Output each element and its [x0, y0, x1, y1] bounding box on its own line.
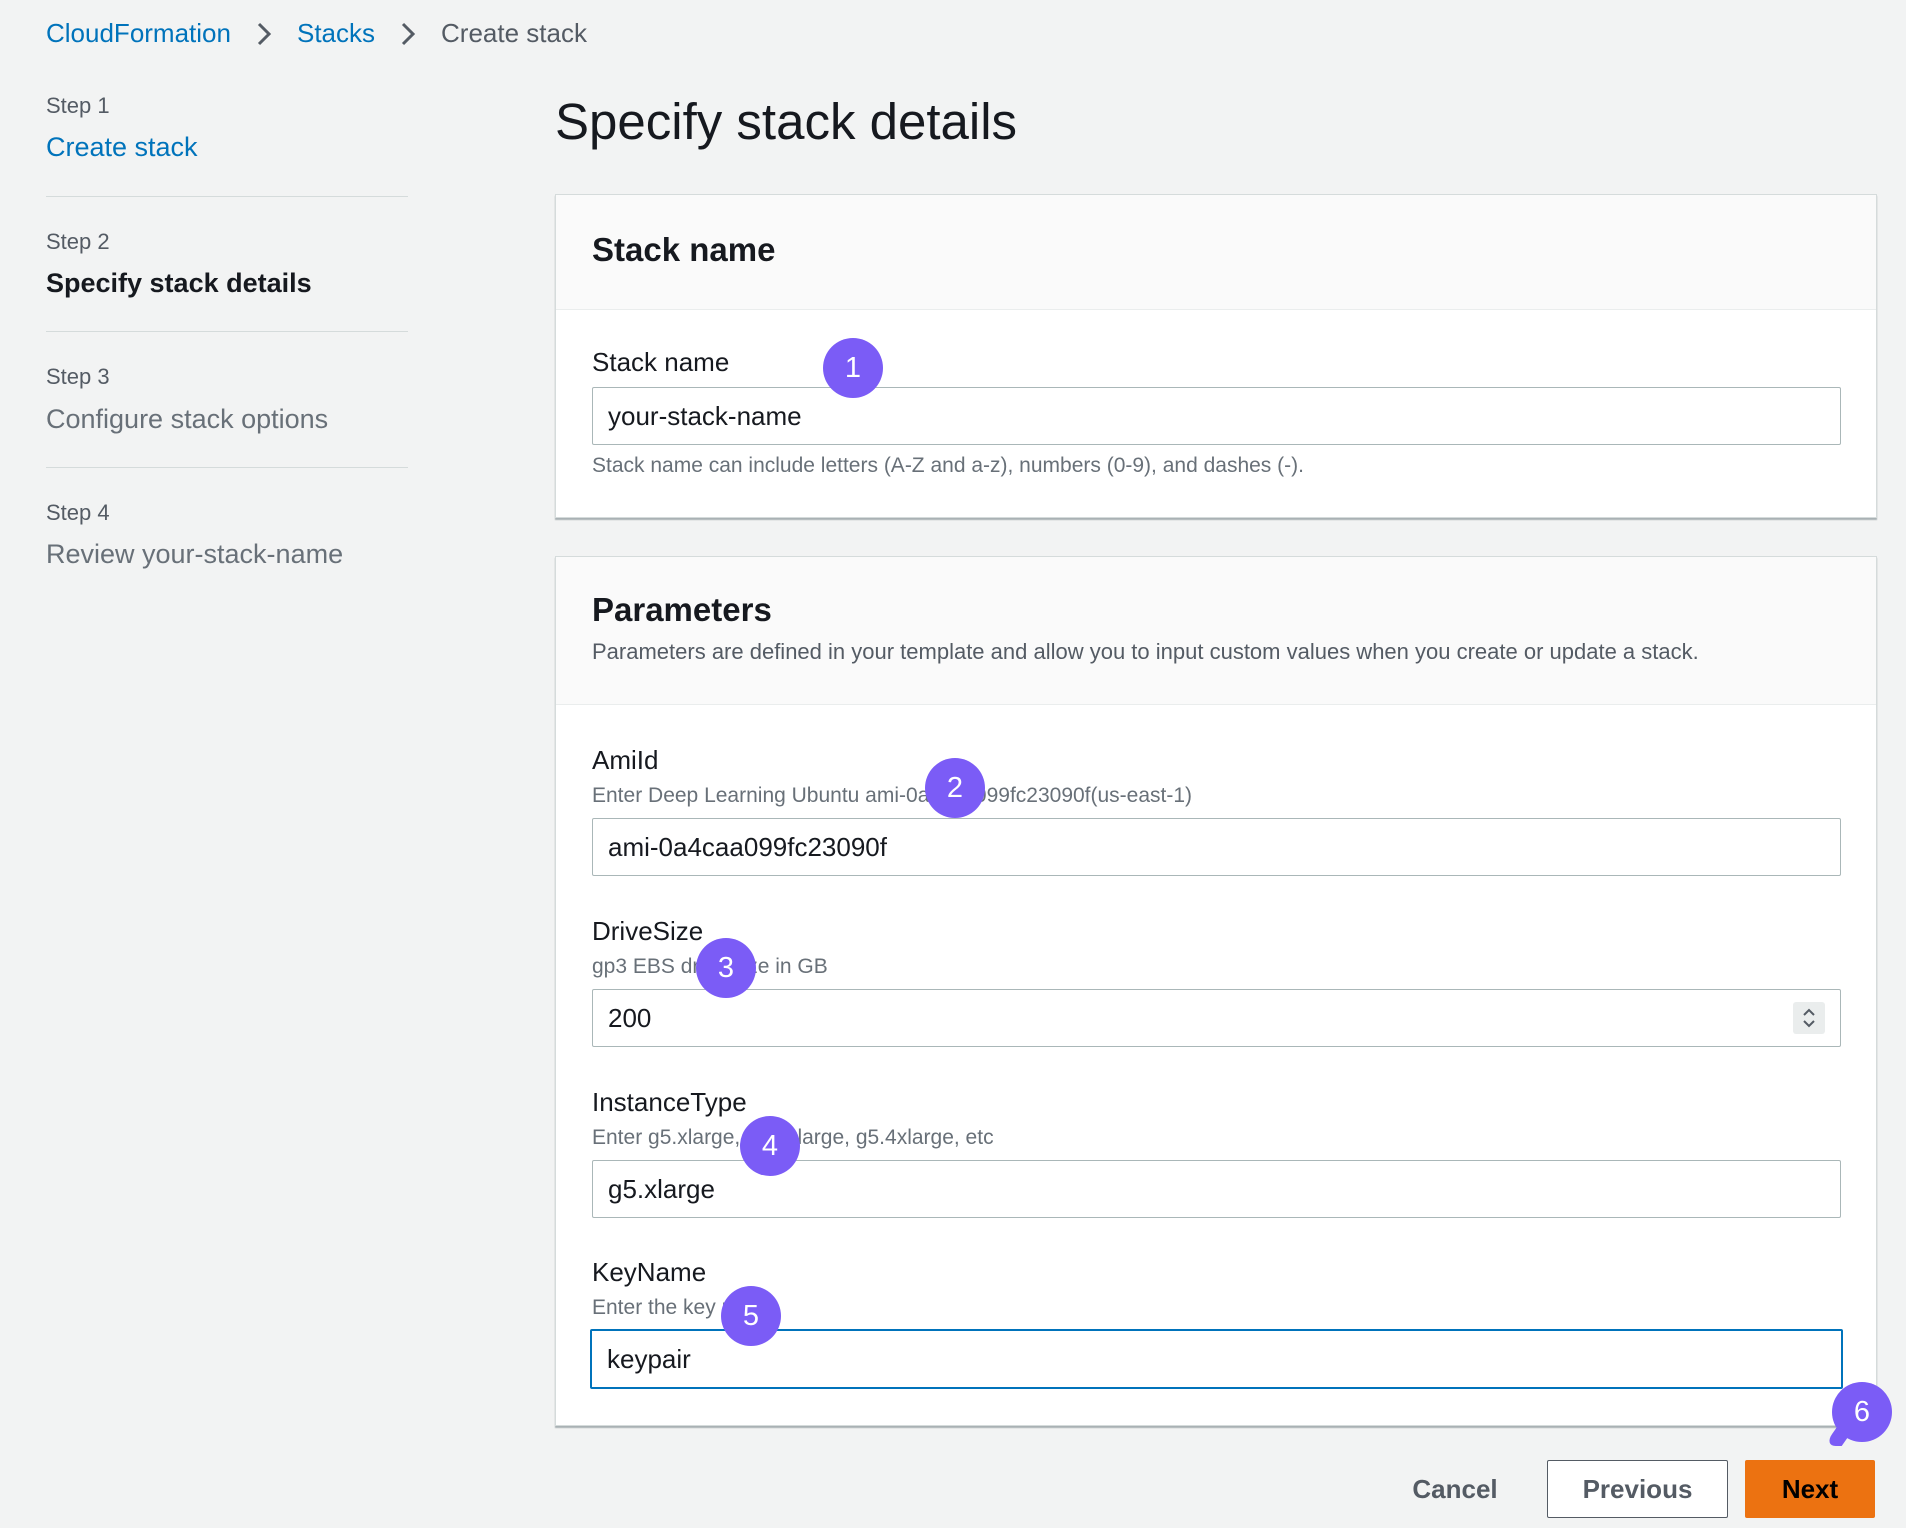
keyname-value: keypair [607, 1343, 691, 1374]
panel-title: Parameters [592, 591, 772, 628]
keyname-label: KeyName [592, 1257, 707, 1287]
step-2-number: Step 2 [46, 229, 110, 254]
annotation-badge-2: 2 [925, 758, 985, 818]
page-title: Specify stack details [555, 93, 1018, 150]
chevron-right-icon [257, 22, 272, 45]
panel-description: Parameters are defined in your template … [592, 639, 1699, 664]
amiid-value: ami-0a4caa099fc23090f [608, 831, 887, 862]
instancetype-value: g5.xlarge [608, 1173, 715, 1204]
drivesize-value: 200 [608, 1002, 652, 1033]
panel-title: Stack name [592, 231, 776, 268]
stack-name-value: your-stack-name [608, 400, 802, 431]
instancetype-label: InstanceType [592, 1087, 747, 1117]
keyname-input[interactable]: keypair [590, 1329, 1843, 1389]
annotation-badge-3: 3 [696, 938, 756, 998]
step-4-label: Review your-stack-name [46, 539, 344, 569]
breadcrumb-current: Create stack [441, 18, 587, 48]
breadcrumb-stacks[interactable]: Stacks [297, 18, 375, 49]
chevron-right-icon [401, 22, 416, 45]
amiid-label: AmiId [592, 745, 659, 775]
breadcrumb-cloudformation[interactable]: CloudFormation [46, 18, 231, 49]
previous-button[interactable]: Previous [1547, 1460, 1728, 1518]
annotation-badge-4: 4 [740, 1116, 800, 1176]
stack-name-hint: Stack name can include letters (A-Z and … [592, 454, 1304, 477]
number-stepper[interactable] [1793, 1002, 1825, 1034]
amiid-description: Enter Deep Learning Ubuntu ami-0a4caa099… [592, 784, 1193, 807]
stack-name-panel: Stack name Stack name your-stack-name St… [555, 194, 1877, 518]
chevron-up-down-icon [1803, 1008, 1815, 1028]
amiid-input[interactable]: ami-0a4caa099fc23090f [592, 818, 1841, 876]
step-4-number: Step 4 [46, 500, 110, 525]
divider [46, 467, 408, 468]
step-1-link[interactable]: Create stack [46, 132, 198, 163]
stack-name-input[interactable]: your-stack-name [592, 387, 1841, 445]
breadcrumb: CloudFormation Stacks Create stack [46, 18, 587, 49]
drivesize-input[interactable]: 200 [592, 989, 1841, 1047]
step-3-number: Step 3 [46, 364, 110, 389]
panel-header: Parameters Parameters are defined in you… [556, 557, 1876, 705]
panel-header: Stack name [556, 195, 1876, 310]
stack-name-label: Stack name [592, 347, 730, 377]
next-button[interactable]: Next [1745, 1460, 1875, 1518]
step-1-number: Step 1 [46, 93, 110, 118]
divider [46, 331, 408, 332]
drivesize-label: DriveSize [592, 916, 704, 946]
annotation-badge-6: 6 [1832, 1382, 1892, 1442]
step-3-label: Configure stack options [46, 404, 329, 434]
annotation-badge-1: 1 [823, 338, 883, 398]
divider [46, 196, 408, 197]
annotation-badge-5: 5 [721, 1286, 781, 1346]
cancel-button[interactable]: Cancel [1390, 1460, 1520, 1518]
step-2-current: Specify stack details [46, 268, 312, 298]
